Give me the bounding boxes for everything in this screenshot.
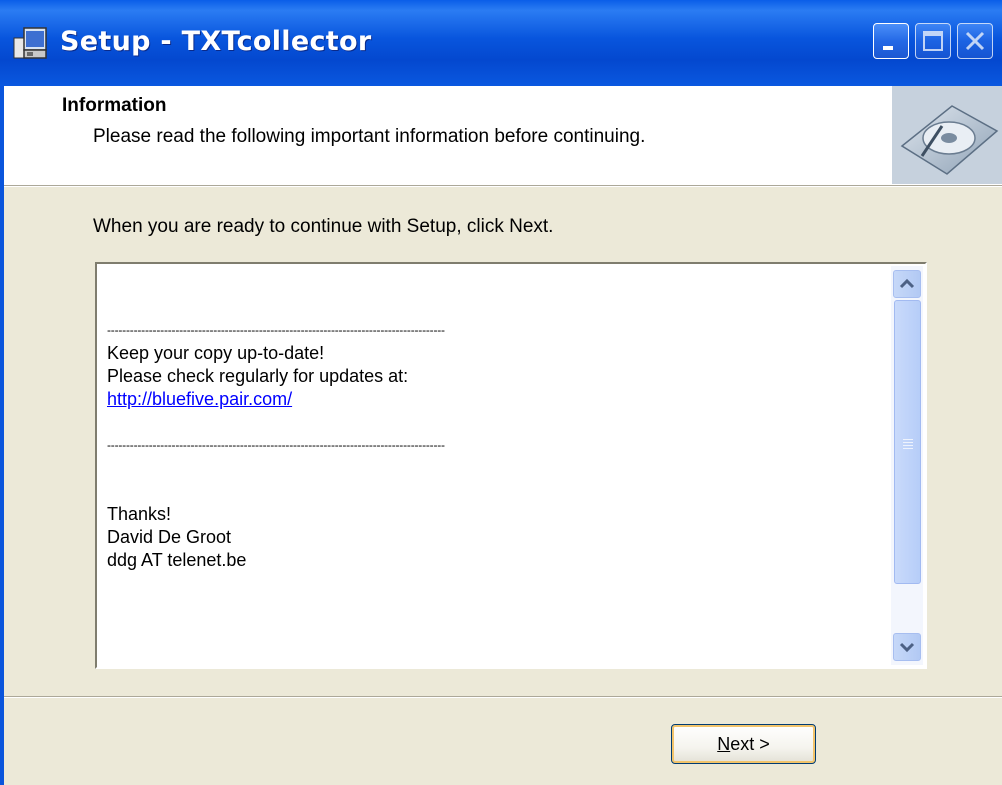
memo-content: ----------------------------------------…: [107, 319, 445, 572]
memo-blank-line: [107, 411, 445, 434]
minimize-button[interactable]: [873, 23, 909, 59]
window-frame-left: [0, 86, 4, 785]
next-mnemonic: N: [717, 734, 731, 754]
information-memo[interactable]: ----------------------------------------…: [95, 262, 927, 669]
next-button[interactable]: Next >: [671, 724, 816, 764]
intro-text: When you are ready to continue with Setu…: [93, 216, 554, 237]
next-label: ext >: [730, 734, 770, 754]
memo-separator: ----------------------------------------…: [107, 438, 445, 452]
memo-blank-line: [107, 480, 445, 503]
update-link[interactable]: http://bluefive.pair.com/: [107, 388, 445, 411]
memo-line: ddg AT telenet.be: [107, 550, 247, 570]
window-title: Setup - TXTcollector: [60, 26, 372, 57]
hard-disk-wizard-image: [892, 86, 1002, 184]
page-title: Information: [62, 95, 167, 116]
chevron-down-icon: [899, 642, 915, 653]
memo-blank-line: [107, 457, 445, 480]
memo-separator: ----------------------------------------…: [107, 323, 445, 337]
setup-app-icon: [13, 27, 47, 59]
memo-line: David De Groot: [107, 527, 232, 547]
title-bar[interactable]: Setup - TXTcollector: [0, 0, 1002, 87]
close-icon: [965, 31, 985, 51]
scroll-thumb[interactable]: [894, 300, 921, 584]
memo-line: Please check regularly for updates at:: [107, 366, 409, 386]
scroll-up-button[interactable]: [893, 270, 921, 298]
footer-separator: [4, 696, 1002, 698]
maximize-icon: [923, 31, 943, 51]
memo-scrollbar[interactable]: [891, 266, 923, 665]
page-subtitle: Please read the following important info…: [93, 126, 646, 147]
close-button[interactable]: [957, 23, 993, 59]
memo-line: Thanks!: [107, 504, 172, 524]
scroll-down-button[interactable]: [893, 633, 921, 661]
chevron-up-icon: [899, 278, 915, 289]
minimize-icon: [883, 46, 893, 50]
memo-line: Keep your copy up-to-date!: [107, 343, 325, 363]
maximize-button[interactable]: [915, 23, 951, 59]
